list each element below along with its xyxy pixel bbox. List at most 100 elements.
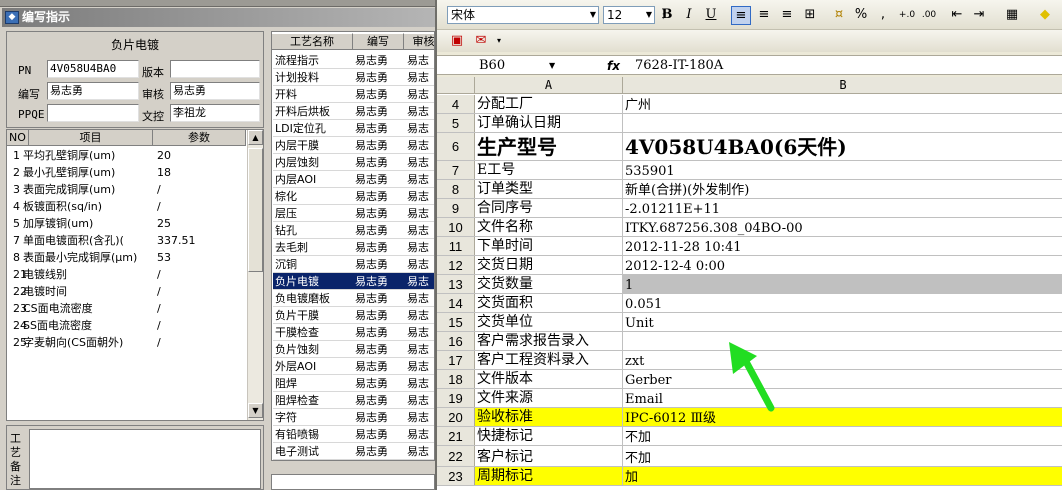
window-titlebar[interactable]: ◆ 编写指示	[2, 8, 435, 27]
cell-b[interactable]: 4V058U4BA0(6天件)	[623, 133, 1062, 160]
param-row[interactable]: 22 电镀时间 /	[9, 283, 245, 300]
row-header[interactable]: 15	[437, 313, 475, 331]
param-row[interactable]: 7 单面电镀面积(含孔)(337.51	[9, 232, 245, 249]
process-row[interactable]: 负片电镀 易志勇 易志	[273, 273, 434, 290]
font-name-select[interactable]: 宋体 ▼	[447, 6, 599, 24]
fill-color-icon[interactable]: ◆	[1035, 6, 1055, 25]
cell-a[interactable]: 周期标记	[475, 467, 623, 485]
name-box[interactable]: B60	[439, 57, 567, 75]
process-row[interactable]: 流程指示 易志勇 易志	[273, 52, 434, 69]
col-header-no[interactable]: NO	[7, 130, 29, 146]
scroll-down-icon[interactable]: ▼	[248, 403, 263, 418]
param-scrollbar[interactable]: ▲ ▼	[247, 130, 263, 420]
pn-field[interactable]: 4V058U4BA0	[47, 60, 139, 78]
cell-b[interactable]: 2012-12-4 0:00	[623, 256, 1062, 274]
process-row[interactable]: 电子测试 易志勇 易志	[273, 443, 434, 460]
align-center-icon[interactable]: ≡	[754, 6, 774, 25]
cell-a[interactable]: 合同序号	[475, 199, 623, 217]
cell-b[interactable]: 新单(合拼)(外发制作)	[623, 180, 1062, 198]
comma-button[interactable]: ,	[873, 6, 893, 25]
cell-a[interactable]: 文件名称	[475, 218, 623, 236]
cell-b[interactable]: 0.051	[623, 294, 1062, 312]
parameter-grid[interactable]: NO 项目 参数 1 平均孔壁铜厚(um) 20 2 最小孔壁铜厚(um) 18 3 表面完成…	[6, 129, 264, 421]
row-header[interactable]: 8	[437, 180, 475, 198]
name-box-dropdown-icon[interactable]: ▼	[549, 57, 555, 75]
row-header[interactable]: 16	[437, 332, 475, 350]
row-header[interactable]: 10	[437, 218, 475, 236]
fx-icon[interactable]: fx	[607, 57, 620, 75]
process-row[interactable]: LDI定位孔 易志勇 易志	[273, 120, 434, 137]
cell-a[interactable]: 分配工厂	[475, 95, 623, 113]
cell-a[interactable]: 下单时间	[475, 237, 623, 255]
param-row[interactable]: 8 表面最小完成铜厚(μm) 53	[9, 249, 245, 266]
param-row[interactable]: 21 电镀线别 /	[9, 266, 245, 283]
increase-indent-icon[interactable]: ⇥	[969, 6, 989, 25]
cell-a[interactable]: 订单类型	[475, 180, 623, 198]
cell-a[interactable]: 客户标记	[475, 446, 623, 466]
row-header[interactable]: 18	[437, 370, 475, 388]
cell-b[interactable]: 1	[623, 275, 1062, 293]
process-row[interactable]: 内层蚀刻 易志勇 易志	[273, 154, 434, 171]
cell-a[interactable]: 验收标准	[475, 408, 623, 426]
row-header[interactable]: 23	[437, 467, 475, 485]
increase-decimal-icon[interactable]: +.0	[897, 6, 917, 25]
row-header[interactable]: 7	[437, 161, 475, 179]
process-row[interactable]: 层压 易志勇 易志	[273, 205, 434, 222]
cell-b[interactable]: 不加	[623, 446, 1062, 466]
formula-input[interactable]: 7628-IT-180A	[635, 57, 723, 75]
param-row[interactable]: 5 加厚镀铜(um) 25	[9, 215, 245, 232]
column-header-a[interactable]: A	[475, 77, 623, 94]
cell-b[interactable]: -2.01211E+11	[623, 199, 1062, 217]
cell-a[interactable]: 文件来源	[475, 389, 623, 407]
param-row[interactable]: 25 字麦朝向(CS面朝外) /	[9, 334, 245, 351]
process-row[interactable]: 计划投料 易志勇 易志	[273, 69, 434, 86]
process-row[interactable]: 内层干膜 易志勇 易志	[273, 137, 434, 154]
col-header-reviewer[interactable]: 审核	[404, 33, 434, 50]
row-header[interactable]: 19	[437, 389, 475, 407]
reviewer-field[interactable]: 易志勇	[170, 82, 260, 100]
param-row[interactable]: 2 最小孔壁铜厚(um) 18	[9, 164, 245, 181]
cell-a[interactable]: 交货单位	[475, 313, 623, 331]
cell-a[interactable]: 交货日期	[475, 256, 623, 274]
spreadsheet-grid[interactable]: A B 4 分配工厂 广州 5 订单确认日期 6 生产型号 4V058U4BA0(6天件) 7 E…	[437, 77, 1062, 490]
cell-a[interactable]: 快捷标记	[475, 427, 623, 445]
cell-b[interactable]: 535901	[623, 161, 1062, 179]
cell-a[interactable]: 交货数量	[475, 275, 623, 293]
row-header[interactable]: 21	[437, 427, 475, 445]
cell-b[interactable]: 加	[623, 467, 1062, 485]
decrease-indent-icon[interactable]: ⇤	[947, 6, 967, 25]
row-header[interactable]: 4	[437, 95, 475, 113]
cell-a[interactable]: 交货面积	[475, 294, 623, 312]
row-header[interactable]: 12	[437, 256, 475, 274]
pdf-options-icon[interactable]: ✉	[471, 32, 491, 51]
cell-a[interactable]: 客户工程资料录入	[475, 351, 623, 369]
cell-a[interactable]: 客户需求报告录入	[475, 332, 623, 350]
param-row[interactable]: 4 板镀面积(sq/in) /	[9, 198, 245, 215]
process-row[interactable]: 负电镀磨板 易志勇 易志	[273, 290, 434, 307]
cell-a[interactable]: 生产型号	[475, 133, 623, 160]
process-row[interactable]: 负片蚀刻 易志勇 易志	[273, 341, 434, 358]
align-right-icon[interactable]: ≡	[777, 6, 797, 25]
scroll-up-icon[interactable]: ▲	[248, 130, 263, 145]
col-header-writer[interactable]: 编写	[353, 33, 404, 50]
cell-b[interactable]: Email	[623, 389, 1062, 407]
cell-b[interactable]	[623, 114, 1062, 132]
process-row[interactable]: 开料后烘板 易志勇 易志	[273, 103, 434, 120]
doc-control-field[interactable]: 李祖龙	[170, 104, 260, 122]
cell-b[interactable]: ITKY.687256.308_04BO-00	[623, 218, 1062, 236]
chevron-down-icon[interactable]: ▼	[646, 7, 652, 23]
process-row[interactable]: 外层AOI 易志勇 易志	[273, 358, 434, 375]
ppqe-field[interactable]	[47, 104, 139, 122]
process-row[interactable]: 干膜检查 易志勇 易志	[273, 324, 434, 341]
process-row[interactable]: 棕化 易志勇 易志	[273, 188, 434, 205]
percent-button[interactable]: %	[851, 6, 871, 25]
row-header[interactable]: 5	[437, 114, 475, 132]
font-size-select[interactable]: 12 ▼	[603, 6, 655, 24]
toolbar-options-icon[interactable]: ▾	[495, 32, 503, 51]
process-row[interactable]: 去毛刺 易志勇 易志	[273, 239, 434, 256]
process-row[interactable]: 阻焊检查 易志勇 易志	[273, 392, 434, 409]
underline-button[interactable]: U	[701, 6, 721, 25]
process-row[interactable]: 钻孔 易志勇 易志	[273, 222, 434, 239]
param-row[interactable]: 23 CS面电流密度 /	[9, 300, 245, 317]
notes-textarea[interactable]	[29, 429, 261, 489]
